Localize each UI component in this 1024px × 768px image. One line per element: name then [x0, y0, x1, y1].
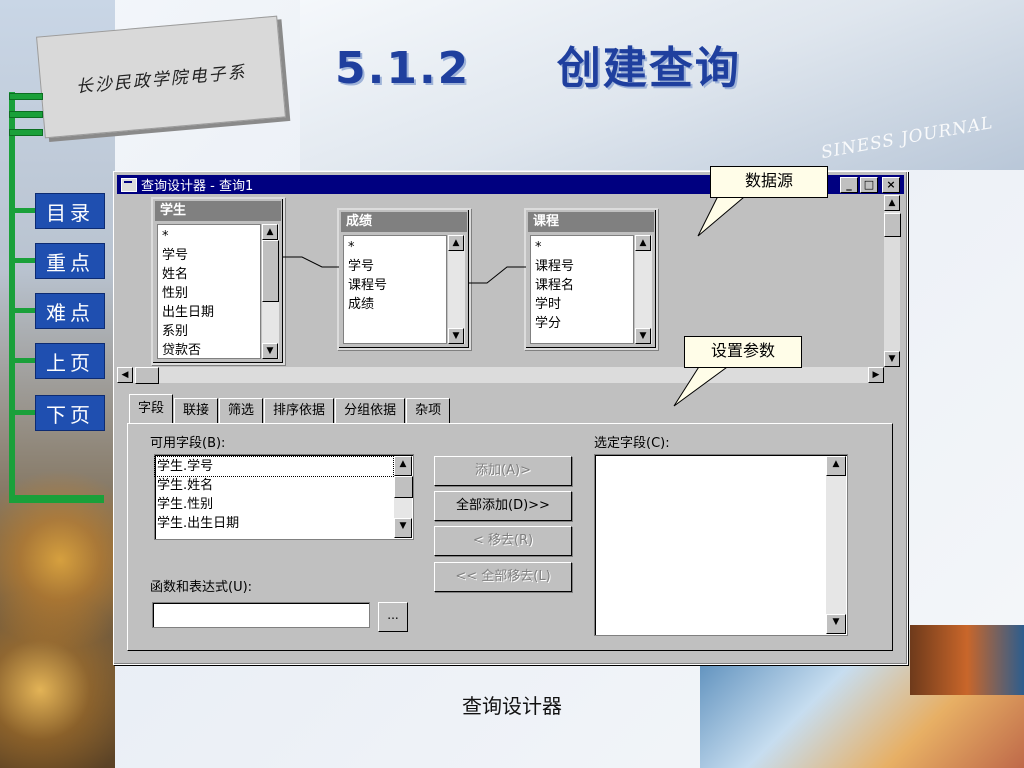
scroll-up-arrow-icon[interactable]: ▲ [394, 456, 412, 476]
nav-tree-branch [9, 93, 43, 100]
remove-field-button[interactable]: < 移去(R) [434, 526, 572, 556]
available-fields-list[interactable]: 学生.学号 学生.姓名 学生.性别 学生.出生日期 ▲ ▼ [154, 454, 414, 540]
nav-tree-branch [9, 111, 43, 118]
nav-tree-base [9, 495, 104, 503]
maximize-button[interactable]: □ [860, 177, 878, 193]
query-designer-window: 查询设计器 - 查询1 _ □ × 学生 * 学号 姓名 性别 出生日期 系别 … [113, 171, 908, 665]
nav-tree-trunk [9, 92, 15, 502]
nav-button-key-points[interactable]: 重点 [35, 243, 105, 279]
selected-fields-label: 选定字段(C): [594, 436, 670, 451]
add-field-button[interactable]: 添加(A)> [434, 456, 572, 486]
datasource-callout: 数据源 [710, 166, 828, 198]
tab-misc[interactable]: 杂项 [406, 398, 451, 423]
org-logo-card: 长沙民政学院电子系 [36, 15, 286, 139]
nav-button-prev-page[interactable]: 上页 [35, 343, 105, 379]
nav-connector [14, 308, 36, 313]
list-item[interactable]: 学生.姓名 [155, 476, 393, 495]
expression-label: 函数和表达式(U): [150, 580, 253, 595]
list-item[interactable]: 学生.性别 [155, 495, 393, 514]
tab-joins[interactable]: 联接 [174, 398, 219, 423]
background-bottom-right-photo [910, 625, 1024, 695]
list-item[interactable]: 学生.学号 [154, 456, 394, 477]
nav-connector [14, 358, 36, 363]
nav-connector [14, 410, 36, 415]
join-line-score-course [469, 266, 526, 284]
window-controls: _ □ × [840, 177, 900, 193]
page-title: 5.1.2 创建查询 [335, 43, 741, 94]
scroll-thumb[interactable] [135, 367, 159, 384]
window-title: 查询设计器 - 查询1 [141, 179, 254, 194]
scroll-down-arrow-icon[interactable]: ▼ [884, 351, 900, 367]
nav-tree-branch [9, 129, 43, 136]
scroll-left-arrow-icon[interactable]: ◀ [117, 367, 133, 383]
scroll-right-arrow-icon[interactable]: ▶ [868, 367, 884, 383]
tab-order-by[interactable]: 排序依据 [264, 398, 335, 423]
org-logo-text: 长沙民政学院电子系 [75, 62, 248, 97]
scroll-up-arrow-icon[interactable]: ▲ [826, 456, 846, 476]
join-line-student-score [283, 256, 339, 268]
scroll-down-arrow-icon[interactable]: ▼ [394, 518, 412, 538]
remove-all-fields-button[interactable]: << 全部移去(L) [434, 562, 572, 592]
list-item[interactable]: 学生.出生日期 [155, 514, 393, 533]
available-fields-scrollbar[interactable]: ▲ ▼ [394, 456, 413, 538]
nav-button-contents[interactable]: 目录 [35, 193, 105, 229]
tab-strip: 字段 联接 筛选 排序依据 分组依据 杂项 [129, 394, 451, 423]
scroll-down-arrow-icon[interactable]: ▼ [826, 614, 846, 634]
nav-connector [14, 208, 36, 213]
selected-fields-list[interactable]: ▲ ▼ [594, 454, 848, 636]
expression-builder-button[interactable]: ... [378, 602, 408, 632]
tab-filter[interactable]: 筛选 [219, 398, 264, 423]
window-app-icon [121, 177, 137, 192]
nav-connector [14, 258, 36, 263]
scroll-thumb[interactable] [884, 213, 901, 237]
nav-button-next-page[interactable]: 下页 [35, 395, 105, 431]
tab-group-by[interactable]: 分组依据 [335, 398, 406, 423]
close-button[interactable]: × [882, 177, 900, 193]
fields-tab-panel: 可用字段(B): 学生.学号 学生.姓名 学生.性别 学生.出生日期 ▲ ▼ 添… [127, 423, 893, 651]
scroll-thumb[interactable] [394, 476, 413, 498]
selected-fields-scrollbar[interactable]: ▲ ▼ [826, 456, 846, 634]
expression-input[interactable] [152, 602, 370, 628]
design-area-vscrollbar[interactable]: ▲ ▼ [884, 195, 901, 367]
minimize-button[interactable]: _ [840, 177, 858, 193]
scroll-up-arrow-icon[interactable]: ▲ [884, 195, 900, 211]
design-area-hscrollbar[interactable]: ◀ ▶ [117, 367, 884, 384]
available-fields-label: 可用字段(B): [150, 436, 226, 451]
tab-fields[interactable]: 字段 [129, 394, 174, 423]
figure-caption: 查询设计器 [462, 694, 562, 718]
add-all-fields-button[interactable]: 全部添加(D)>> [434, 491, 572, 521]
nav-button-difficult-points[interactable]: 难点 [35, 293, 105, 329]
params-callout: 设置参数 [684, 336, 802, 368]
